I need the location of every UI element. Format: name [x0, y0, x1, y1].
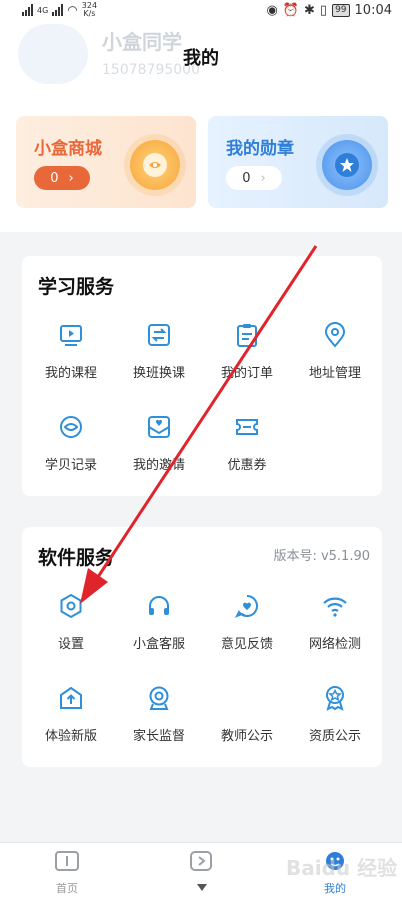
grid-item-my-orders[interactable]: 我的订单 — [202, 322, 290, 392]
grid-item-swap-class[interactable]: 换班换课 — [114, 322, 202, 392]
wifi-icon — [323, 597, 347, 617]
grid-label: 优惠券 — [227, 458, 267, 473]
status-left: 4G ◠ 324 K/s — [22, 2, 97, 18]
grid-label: 资质公示 — [308, 729, 361, 744]
camera-icon — [149, 686, 169, 710]
grid-label: 学贝记录 — [44, 458, 97, 473]
grid-label: 意见反馈 — [220, 637, 273, 652]
location-icon — [324, 322, 346, 348]
wifi-status-icon: ◠ — [67, 3, 78, 17]
grid-label: 家长监督 — [132, 729, 185, 744]
shop-card[interactable]: 小盒商城 0 › — [16, 116, 196, 208]
status-bar: 4G ◠ 324 K/s ◉ ⏰ ✱ ▯ 99 10:04 — [0, 0, 402, 22]
feedback-icon — [234, 595, 258, 618]
course-icon — [60, 325, 82, 346]
study-services-section: 学习服务 我的课程 换班换课 我的订单 地址管理 学贝记录 我的邀请 优惠券 — [22, 256, 382, 496]
chevron-right-icon: › — [68, 170, 74, 186]
shop-count: 0 — [50, 170, 59, 186]
shop-title: 小盒商城 — [34, 139, 102, 159]
play-icon — [190, 851, 212, 871]
network-type: 4G — [37, 5, 49, 15]
settings-icon — [60, 593, 82, 619]
grid-item-address[interactable]: 地址管理 — [290, 322, 378, 392]
grid-label: 小盒客服 — [132, 637, 185, 652]
software-services-title: 软件服务 — [38, 547, 115, 569]
grid-label: 我的邀请 — [132, 458, 185, 473]
medal-count-button[interactable]: 0 › — [226, 166, 282, 190]
signal-icon — [22, 4, 33, 16]
grid-item-settings[interactable]: 设置 — [26, 593, 114, 663]
medal-title: 我的勋章 — [226, 139, 294, 159]
network-speed: 324 K/s — [81, 1, 98, 18]
medal-count: 0 — [242, 170, 251, 186]
page-title: 我的 — [183, 48, 219, 69]
grid-item-coupons[interactable]: 优惠券 — [202, 414, 290, 484]
medal-card[interactable]: 我的勋章 0 › — [208, 116, 388, 208]
alarm-icon: ⏰ — [282, 3, 300, 18]
swap-icon — [148, 324, 170, 346]
grid-item-qualification[interactable]: 资质公示 — [290, 685, 378, 755]
headset-icon — [149, 596, 169, 615]
medal-icon — [322, 140, 372, 190]
page-header: 小盒同学 15078795000 我的 — [0, 22, 402, 84]
eye-icon: ◉ — [266, 3, 278, 18]
order-icon — [237, 324, 257, 347]
home-book-icon — [55, 851, 79, 871]
grid-label: 地址管理 — [308, 366, 361, 381]
chevron-right-icon: › — [260, 170, 266, 186]
grid-label: 我的订单 — [220, 366, 273, 381]
grid-item-network-check[interactable]: 网络检测 — [290, 593, 378, 663]
tab-mine-label: 我的 — [324, 882, 346, 895]
grid-item-my-courses[interactable]: 我的课程 — [26, 322, 114, 392]
certificate-icon — [326, 686, 344, 711]
watermark: Baidu 经验 — [286, 856, 398, 880]
signal-icon-2 — [52, 4, 64, 16]
grid-item-parent-supervision[interactable]: 家长监督 — [114, 685, 202, 755]
clock: 10:04 — [354, 3, 392, 18]
bluetooth-icon: ✱ — [304, 3, 315, 18]
grid-label: 换班换课 — [132, 366, 185, 381]
grid-item-customer-service[interactable]: 小盒客服 — [114, 593, 202, 663]
grid-item-teacher-info[interactable]: 教师公示 — [202, 685, 290, 755]
grid-label: 我的课程 — [44, 366, 97, 381]
software-services-section: 软件服务 版本号: v5.1.90 设置 小盒客服 意见反馈 网络检测 体验新版… — [22, 527, 382, 767]
grid-label: 体验新版 — [44, 729, 97, 744]
grid-item-try-new-version[interactable]: 体验新版 — [26, 685, 114, 755]
invite-icon — [148, 416, 170, 438]
version-label: 版本号: v5.1.90 — [273, 549, 370, 564]
grid-item-coin-record[interactable]: 学贝记录 — [26, 414, 114, 484]
status-right: ◉ ⏰ ✱ ▯ 99 10:04 — [266, 3, 392, 18]
coupon-icon — [236, 419, 258, 435]
chevron-down-icon — [197, 884, 207, 891]
grid-item-my-invites[interactable]: 我的邀请 — [114, 414, 202, 484]
grid-label: 教师公示 — [220, 729, 273, 744]
study-services-title: 学习服务 — [38, 276, 115, 298]
shop-coin-icon — [130, 140, 180, 190]
shop-count-button[interactable]: 0 › — [34, 166, 90, 190]
grid-item-feedback[interactable]: 意见反馈 — [202, 593, 290, 663]
tab-home[interactable]: 首页 — [0, 843, 134, 899]
grid-label: 设置 — [57, 637, 84, 652]
grid-label: 网络检测 — [308, 637, 361, 652]
battery-icon: 99 — [332, 4, 350, 17]
vibrate-icon: ▯ — [319, 3, 328, 18]
new-version-icon — [60, 686, 82, 709]
tab-home-label: 首页 — [56, 882, 78, 895]
coin-icon — [60, 416, 82, 438]
